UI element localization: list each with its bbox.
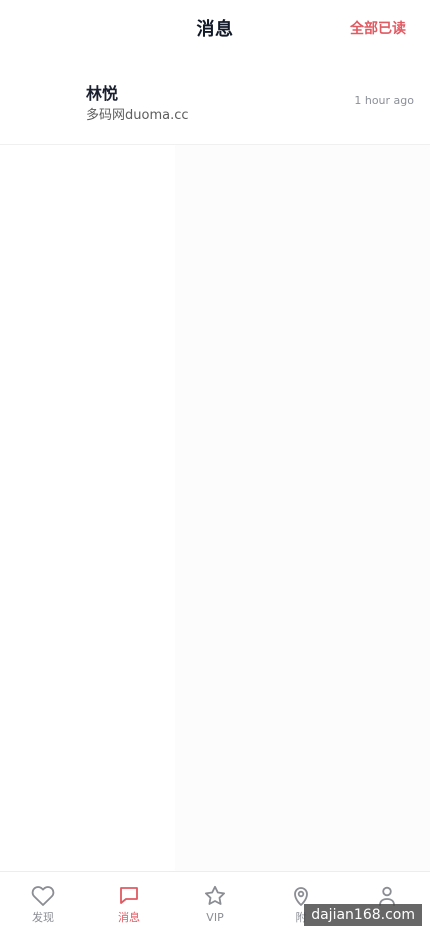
- watermark: dajian168.com: [304, 904, 422, 926]
- message-icon: [120, 887, 138, 904]
- star-icon: [205, 885, 225, 905]
- message-time: 1 hour ago: [354, 94, 414, 107]
- avatar: [22, 74, 70, 122]
- list-item[interactable]: 林悦 多码网duoma.cc 1 hour ago: [0, 56, 430, 145]
- page-title: 消息: [196, 19, 234, 40]
- header: 消息 全部已读: [0, 0, 430, 57]
- message-preview: 多码网duoma.cc: [86, 108, 189, 123]
- nav-item-messages[interactable]: 消息: [86, 872, 172, 932]
- nav-item-vip[interactable]: VIP: [172, 872, 258, 932]
- message-sender-name: 林悦: [86, 84, 119, 103]
- nav-label-messages: 消息: [118, 911, 140, 924]
- nav-label-discover: 发现: [32, 911, 54, 924]
- mark-all-read-button[interactable]: 全部已读: [350, 18, 406, 38]
- nav-label-vip: VIP: [206, 911, 224, 924]
- nav-item-discover[interactable]: 发现: [0, 872, 86, 932]
- heart-icon: [31, 886, 55, 906]
- app-screen: 消息 全部已读 林悦 多码网duoma.cc 1 hour ago 发现 消息: [0, 0, 430, 932]
- message-list: 林悦 多码网duoma.cc 1 hour ago: [0, 56, 430, 872]
